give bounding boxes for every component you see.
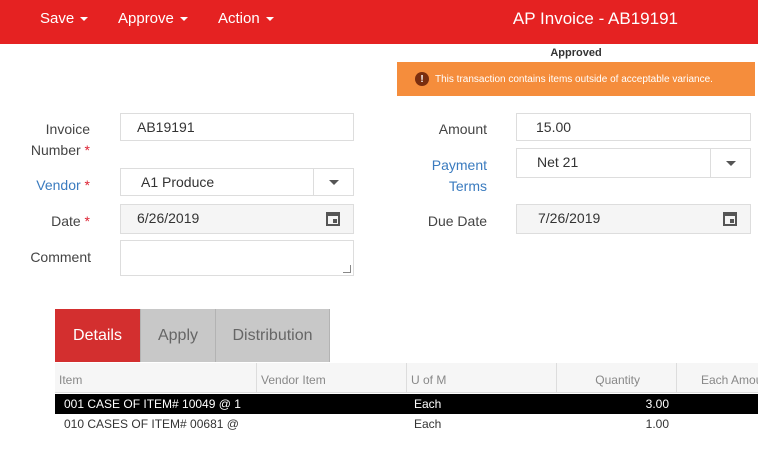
row-item: 001 CASE OF ITEM# 10049 @ 1: [64, 397, 241, 411]
row-uom: Each: [414, 417, 442, 431]
table-row[interactable]: 001 CASE OF ITEM# 10049 @ 1 Each 3.00: [55, 394, 758, 414]
calendar-icon: [326, 212, 340, 226]
required-mark: *: [84, 177, 90, 193]
calendar-icon: [723, 212, 737, 226]
approve-menu[interactable]: Approve: [118, 10, 188, 27]
column-header-vendor-item[interactable]: Vendor Item: [256, 363, 406, 393]
comment-textarea[interactable]: [120, 240, 354, 276]
date-picker-button[interactable]: [313, 205, 353, 233]
due-date-value: 7/26/2019: [538, 210, 601, 226]
chevron-down-icon: [179, 17, 188, 22]
vendor-label[interactable]: Vendor *: [20, 175, 90, 196]
save-menu[interactable]: Save: [40, 10, 89, 27]
chevron-down-icon: [328, 179, 339, 185]
row-quantity: 3.00: [645, 397, 669, 411]
invoice-number-label-text: Invoice Number: [30, 121, 90, 158]
invoice-number-field[interactable]: AB19191: [120, 113, 354, 141]
save-menu-label: Save: [40, 10, 75, 27]
amount-label: Amount: [438, 121, 487, 137]
warning-icon: !: [415, 72, 429, 86]
table-row[interactable]: 010 CASES OF ITEM# 00681 @ Each 1.00: [55, 414, 758, 434]
tab-apply[interactable]: Apply: [141, 309, 216, 362]
column-header-each-amount[interactable]: Each Amou: [676, 363, 758, 393]
approve-menu-label: Approve: [118, 10, 174, 27]
tab-details[interactable]: Details: [55, 309, 141, 362]
line-items-grid: Item Vendor Item U of M Quantity Each Am…: [55, 363, 758, 434]
grid-header: Item Vendor Item U of M Quantity Each Am…: [55, 363, 758, 393]
page-title: AP Invoice - AB19191: [512, 9, 678, 28]
column-header-uom[interactable]: U of M: [406, 363, 556, 393]
amount-field[interactable]: 15.00: [516, 113, 751, 141]
invoice-number-label: Invoice Number *: [20, 119, 90, 161]
row-item: 010 CASES OF ITEM# 00681 @: [64, 417, 239, 431]
date-label: Date *: [20, 211, 90, 232]
invoice-number-value: AB19191: [137, 119, 195, 135]
vendor-label-text: Vendor: [36, 177, 81, 193]
payment-terms-dropdown-button[interactable]: [710, 149, 750, 177]
due-date-picker-button[interactable]: [710, 205, 750, 233]
vendor-select[interactable]: A1 Produce: [120, 168, 354, 196]
column-header-quantity[interactable]: Quantity: [556, 363, 676, 393]
action-menu-label: Action: [218, 10, 260, 27]
payment-terms-select[interactable]: Net 21: [516, 148, 751, 178]
detail-tabs: Details Apply Distribution: [55, 309, 330, 362]
top-bar: Save Approve Action AP Invoice - AB19191: [0, 0, 758, 44]
vendor-dropdown-button[interactable]: [313, 169, 353, 195]
payment-terms-label[interactable]: Payment Terms: [400, 155, 487, 197]
required-mark: *: [84, 213, 90, 229]
payment-terms-label-line1: Payment: [431, 157, 487, 173]
due-date-field[interactable]: 7/26/2019: [516, 204, 751, 234]
chevron-down-icon: [80, 17, 89, 22]
column-header-item[interactable]: Item: [55, 363, 256, 393]
warning-text: This transaction contains items outside …: [435, 73, 713, 85]
action-menu[interactable]: Action: [218, 10, 274, 27]
variance-warning-banner: ! This transaction contains items outsid…: [397, 62, 755, 96]
due-date-label: Due Date: [427, 213, 487, 229]
amount-value: 15.00: [536, 119, 572, 135]
date-label-text: Date: [51, 213, 81, 229]
payment-terms-label-line2: Terms: [448, 178, 487, 194]
row-quantity: 1.00: [645, 417, 669, 431]
resize-grip-icon[interactable]: [343, 265, 351, 273]
tab-distribution[interactable]: Distribution: [216, 309, 330, 362]
row-uom: Each: [414, 397, 442, 411]
status-label: Approved: [550, 47, 602, 59]
comment-label: Comment: [30, 249, 91, 265]
required-mark: *: [84, 142, 90, 158]
chevron-down-icon: [265, 17, 274, 22]
chevron-down-icon: [725, 160, 736, 166]
vendor-value: A1 Produce: [141, 174, 215, 190]
payment-terms-value: Net 21: [537, 154, 579, 170]
date-value: 6/26/2019: [137, 210, 200, 226]
date-field[interactable]: 6/26/2019: [120, 204, 354, 234]
